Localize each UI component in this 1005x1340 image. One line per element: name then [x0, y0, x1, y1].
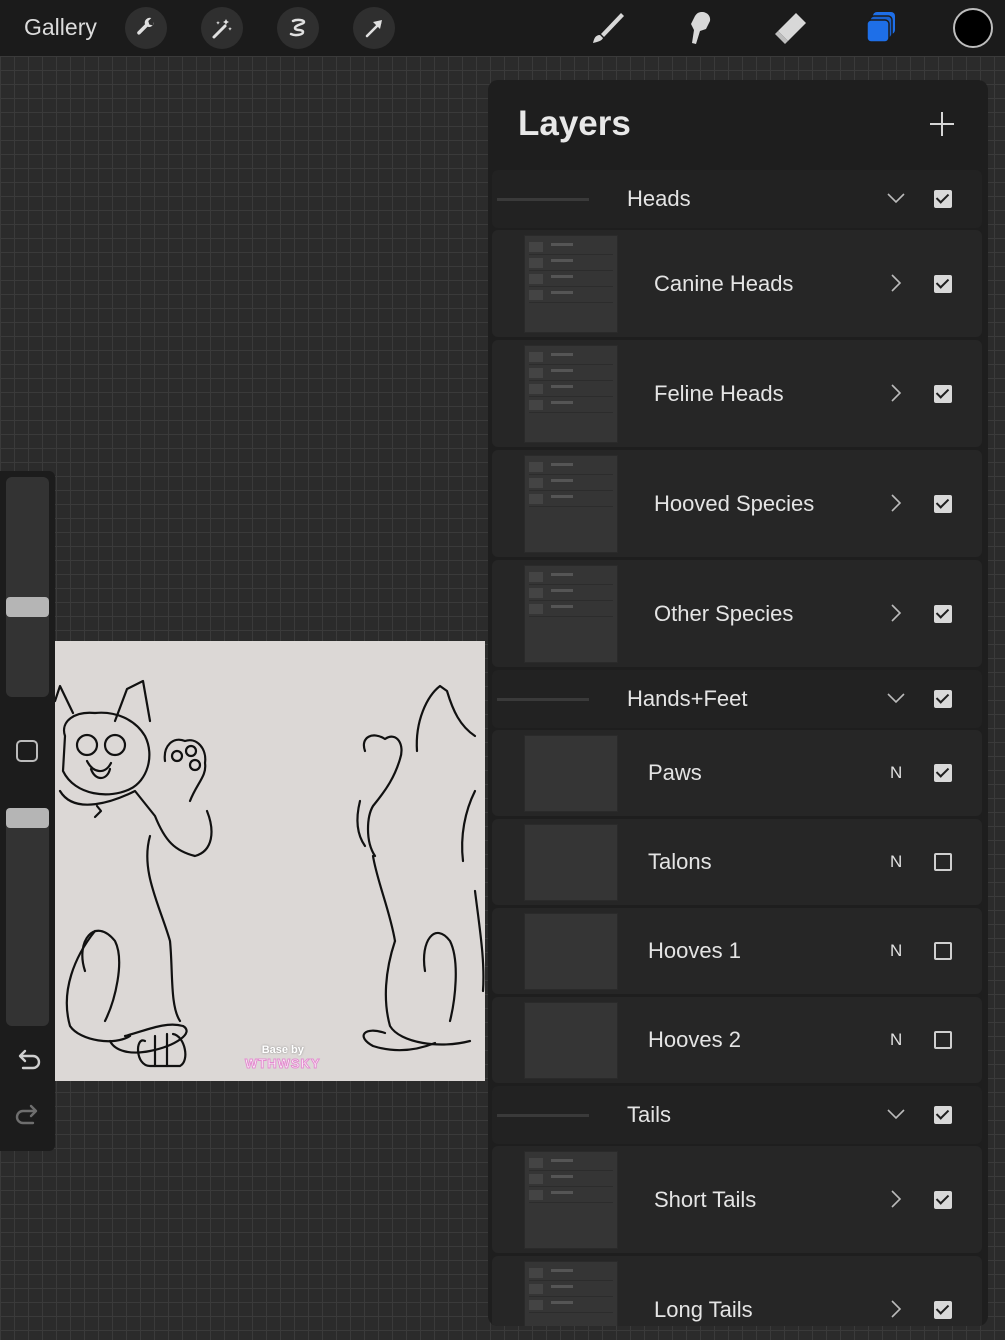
layer-row-feline-heads[interactable]: Feline Heads [492, 340, 982, 447]
layer-thumbnail [524, 455, 618, 553]
layer-row-hooves-2[interactable]: Hooves 2 N [492, 997, 982, 1083]
visibility-checkbox[interactable] [934, 495, 952, 513]
layer-row-short-tails[interactable]: Short Tails [492, 1146, 982, 1253]
visibility-checkbox[interactable] [934, 1301, 952, 1319]
layer-row-hooves-1[interactable]: Hooves 1 N [492, 908, 982, 994]
visibility-checkbox[interactable] [934, 1031, 952, 1049]
layers-icon [866, 12, 895, 43]
layers-tool-button[interactable] [862, 8, 902, 48]
layers-panel-title: Layers [518, 104, 631, 143]
visibility-checkbox[interactable] [934, 764, 952, 782]
watermark-line-2: WTHWSKY [245, 1056, 321, 1072]
layer-name: Feline Heads [654, 381, 784, 406]
group-collapse-bar [497, 1114, 589, 1117]
brush-icon [593, 13, 624, 43]
top-toolbar: Gallery [0, 0, 1005, 56]
adjustments-button[interactable] [201, 7, 243, 49]
brush-tool-button[interactable] [587, 8, 627, 48]
lineart-drawing [55, 679, 485, 1068]
opacity-thumb[interactable] [6, 808, 49, 828]
layer-name: Hooves 1 [648, 938, 741, 963]
visibility-checkbox[interactable] [934, 1106, 952, 1124]
layer-name: Paws [648, 760, 702, 785]
chevron-down-icon[interactable] [886, 688, 906, 708]
layer-group-heads[interactable]: Heads [492, 170, 982, 228]
blend-mode-button[interactable]: N [890, 852, 902, 872]
watermark: Base by WTHWSKY [245, 1044, 321, 1072]
visibility-checkbox[interactable] [934, 385, 952, 403]
layer-thumbnail [524, 735, 618, 812]
smudge-icon [691, 12, 711, 44]
magic-wand-icon [212, 19, 232, 39]
layer-name: Hooved Species [654, 491, 815, 516]
actions-button[interactable] [125, 7, 167, 49]
wrench-icon [137, 17, 155, 35]
chevron-right-icon[interactable] [886, 493, 906, 513]
layer-name: Hooves 2 [648, 1027, 741, 1052]
layer-thumbnail [524, 1261, 618, 1326]
chevron-right-icon[interactable] [886, 603, 906, 623]
visibility-checkbox[interactable] [934, 690, 952, 708]
visibility-checkbox[interactable] [934, 605, 952, 623]
blend-mode-button[interactable]: N [890, 1030, 902, 1050]
color-picker-button[interactable] [953, 8, 993, 48]
drawing-canvas[interactable]: Base by WTHWSKY [55, 641, 485, 1081]
modify-button[interactable] [16, 740, 38, 762]
eraser-tool-button[interactable] [770, 8, 810, 48]
group-collapse-bar [497, 698, 589, 701]
layer-row-hooved-species[interactable]: Hooved Species [492, 450, 982, 557]
blend-mode-button[interactable]: N [890, 941, 902, 961]
visibility-checkbox[interactable] [934, 1191, 952, 1209]
layer-name: Short Tails [654, 1187, 757, 1212]
transform-button[interactable] [353, 7, 395, 49]
layer-group-name: Heads [627, 186, 691, 211]
selection-button[interactable] [277, 7, 319, 49]
layer-thumbnail [524, 913, 618, 990]
selection-icon [289, 18, 306, 37]
layer-thumbnail [524, 235, 618, 333]
blend-mode-button[interactable]: N [890, 763, 902, 783]
layer-name: Long Tails [654, 1297, 753, 1322]
chevron-right-icon[interactable] [886, 1299, 906, 1319]
chevron-right-icon[interactable] [886, 383, 906, 403]
layer-group-tails[interactable]: Tails [492, 1086, 982, 1144]
layer-row-other-species[interactable]: Other Species [492, 560, 982, 667]
layer-group-hands-feet[interactable]: Hands+Feet [492, 670, 982, 728]
layer-thumbnail [524, 1151, 618, 1249]
add-layer-icon[interactable] [928, 110, 956, 138]
redo-icon[interactable] [14, 1101, 42, 1129]
layer-row-paws[interactable]: Paws N [492, 730, 982, 816]
opacity-slider[interactable] [6, 808, 49, 1026]
chevron-right-icon[interactable] [886, 273, 906, 293]
layer-thumbnail [524, 345, 618, 443]
transform-arrow-icon [365, 20, 382, 38]
layer-thumbnail [524, 1002, 618, 1079]
eraser-icon [775, 13, 806, 44]
brush-size-thumb[interactable] [6, 597, 49, 617]
gallery-button[interactable]: Gallery [24, 14, 97, 41]
smudge-tool-button[interactable] [678, 8, 718, 48]
brush-size-slider[interactable] [6, 477, 49, 697]
layer-thumbnail [524, 565, 618, 663]
layer-name: Talons [648, 849, 712, 874]
layer-name: Canine Heads [654, 271, 794, 296]
visibility-checkbox[interactable] [934, 190, 952, 208]
visibility-checkbox[interactable] [934, 942, 952, 960]
watermark-line-1: Base by [261, 1044, 304, 1056]
chevron-down-icon[interactable] [886, 188, 906, 208]
undo-icon[interactable] [14, 1046, 42, 1074]
visibility-checkbox[interactable] [934, 275, 952, 293]
group-collapse-bar [497, 198, 589, 201]
layer-row-talons[interactable]: Talons N [492, 819, 982, 905]
layer-group-name: Tails [627, 1102, 672, 1127]
layer-name: Other Species [654, 601, 794, 626]
layer-row-canine-heads[interactable]: Canine Heads [492, 230, 982, 337]
layer-thumbnail [524, 824, 618, 901]
layer-row-long-tails[interactable]: Long Tails [492, 1256, 982, 1326]
chevron-down-icon[interactable] [886, 1104, 906, 1124]
chevron-right-icon[interactable] [886, 1189, 906, 1209]
layers-panel: Layers Heads Canine Heads Feline Heads H… [488, 80, 988, 1326]
layer-group-name: Hands+Feet [627, 686, 748, 711]
visibility-checkbox[interactable] [934, 853, 952, 871]
